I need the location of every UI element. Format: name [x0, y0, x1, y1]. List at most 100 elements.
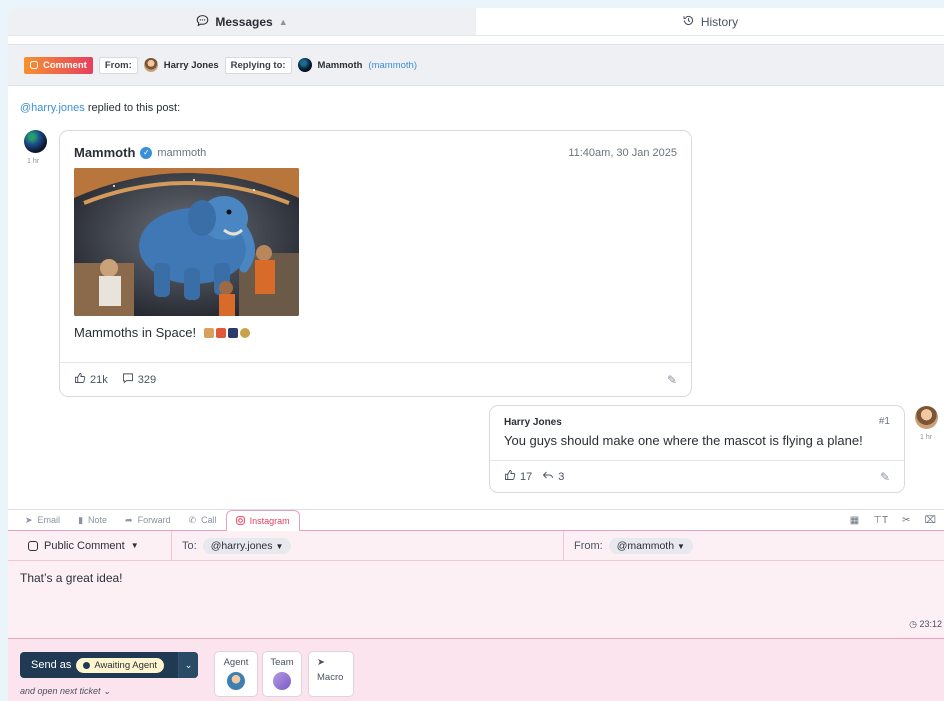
tab-note-label: Note: [88, 515, 108, 525]
pencil-icon[interactable]: ✎: [667, 373, 677, 387]
tab-messages-label: Messages: [215, 14, 273, 29]
timer: ◷ 23:12: [909, 619, 942, 630]
trash-icon[interactable]: ▦: [850, 515, 859, 526]
astronaut-emoji-icon: [203, 328, 214, 338]
channel-badge: Comment: [24, 56, 93, 74]
chat-bubble-icon: [196, 14, 209, 30]
composer-header: Public Comment ▼ To: @harry.jones ▼ From…: [8, 531, 944, 561]
original-post-card: Mammoth ✓ mammoth 11:40am, 30 Jan 2025 M…: [59, 130, 692, 397]
tab-forward[interactable]: ➦ Forward: [116, 510, 180, 530]
post-likes-count: 21k: [90, 373, 108, 386]
status-icon: [83, 661, 91, 669]
tab-email-label: Email: [37, 515, 61, 525]
comment-type-value: Public Comment: [44, 539, 125, 552]
post-comments[interactable]: 329: [122, 372, 156, 387]
replying-label: Replying to:: [224, 56, 292, 74]
composer-actions: Send as Awaiting Agent ⌄ and open next t…: [8, 639, 944, 701]
reply-shares[interactable]: 3: [542, 469, 564, 484]
reply-input[interactable]: That’s a great idea!: [20, 571, 123, 585]
sort-icon[interactable]: ▲︎: [279, 17, 288, 27]
instagram-icon: [28, 540, 38, 551]
tab-messages[interactable]: Messages ▲︎: [8, 8, 476, 35]
macro-label: Macro: [317, 672, 344, 683]
avatar: [143, 58, 158, 72]
post-image[interactable]: [74, 168, 299, 316]
composer-tools: ▦ ⊤T ✂ ⌧: [850, 515, 944, 526]
post-author[interactable]: Mammoth: [74, 145, 135, 160]
verified-icon: ✓: [140, 146, 153, 159]
open-next-ticket-toggle[interactable]: and open next ticket ⌄: [20, 686, 111, 697]
message-time: 1 hr: [27, 158, 40, 165]
avatar: [24, 130, 47, 153]
clock-icon: ◷: [909, 619, 917, 629]
ticket-window: Messages ▲︎ History Comment From: Harry …: [8, 8, 944, 701]
reply-likes[interactable]: 17: [504, 469, 532, 484]
thumbs-up-icon: [74, 372, 86, 387]
send-label: Send as: [31, 659, 72, 671]
tab-email[interactable]: ➤ Email: [16, 510, 69, 530]
channel-badge-label: Comment: [43, 59, 87, 71]
replied-text: replied to this post:: [84, 102, 181, 114]
caret-down-icon: ▼: [130, 541, 139, 550]
tab-call[interactable]: ✆ Call: [180, 510, 226, 530]
post-handle[interactable]: mammoth: [157, 147, 206, 159]
send-main[interactable]: Send as Awaiting Agent: [20, 657, 178, 673]
avatar: [227, 672, 245, 690]
post-footer: 21k 329 ✎: [60, 362, 691, 396]
note-icon: ▮: [78, 514, 84, 525]
thumbs-up-icon: [504, 469, 516, 484]
open-next-label: and open next ticket: [20, 686, 101, 696]
from-label: From:: [98, 56, 138, 74]
tab-instagram[interactable]: Instagram: [225, 510, 300, 531]
reply-text: You guys should make one where the masco…: [504, 433, 863, 448]
post-comments-count: 329: [137, 373, 157, 386]
post-text-content: Mammoths in Space!: [74, 325, 197, 340]
caret-down-icon: ▼: [677, 541, 685, 551]
status-badge: Awaiting Agent: [76, 657, 165, 673]
team-avatar: [273, 672, 291, 690]
tab-instagram-label: Instagram: [249, 516, 290, 526]
composer-channel-tabs: ➤ Email ▮ Note ➦ Forward ✆ Call Instagra…: [8, 509, 944, 531]
agent-label: Agent: [223, 657, 249, 668]
pencil-icon[interactable]: ✎: [880, 470, 890, 484]
from-label: From:: [574, 539, 603, 552]
post-likes[interactable]: 21k: [74, 372, 108, 387]
message-context-bar: Comment From: Harry Jones Replying to: M…: [8, 44, 944, 86]
reply-time: 1 hr: [920, 434, 933, 441]
text-size-icon[interactable]: ⊤T: [873, 515, 888, 526]
assign-team-button[interactable]: Team: [262, 651, 302, 697]
to-recipient-chip[interactable]: @harry.jones ▼: [202, 537, 292, 554]
from-account: @mammoth: [616, 539, 675, 552]
tab-call-label: Call: [201, 515, 217, 525]
to-recipient: @harry.jones: [210, 539, 273, 552]
reply-likes-count: 17: [520, 470, 533, 483]
assign-agent-button[interactable]: Agent: [214, 651, 258, 697]
send-icon: ➤: [25, 514, 33, 525]
composer-body[interactable]: That’s a great idea! ◷ 23:12: [8, 561, 944, 639]
post-text: Mammoths in Space!: [74, 325, 250, 340]
macro-button[interactable]: ➤ Macro: [308, 651, 354, 697]
timer-value: 23:12: [919, 619, 942, 629]
share-icon: [542, 469, 554, 484]
rocket-icon: ➤: [317, 657, 325, 668]
send-button[interactable]: Send as Awaiting Agent ⌄: [20, 652, 198, 678]
from-account-chip[interactable]: @mammoth ▼: [608, 537, 693, 554]
tab-note[interactable]: ▮ Note: [69, 510, 116, 530]
from-name[interactable]: Harry Jones: [164, 60, 219, 71]
caret-down-icon: ▼: [275, 541, 284, 551]
send-options-button[interactable]: ⌄: [178, 652, 198, 678]
reply-author[interactable]: Harry Jones: [504, 417, 562, 428]
mention-link[interactable]: @harry.jones: [20, 102, 85, 114]
tab-history[interactable]: History: [476, 8, 944, 35]
forward-icon: ➦: [125, 514, 133, 525]
chevron-down-icon: ⌄: [184, 659, 193, 670]
replying-handle[interactable]: (mammoth): [368, 60, 417, 71]
comment-type-select[interactable]: Public Comment ▼: [8, 531, 172, 560]
tab-forward-label: Forward: [137, 515, 171, 525]
scissors-icon[interactable]: ✂: [902, 515, 910, 526]
to-field: To: @harry.jones ▼: [172, 531, 564, 560]
replying-name[interactable]: Mammoth: [318, 60, 363, 71]
status-label: Awaiting Agent: [94, 659, 158, 671]
attachment-icon[interactable]: ⌧: [924, 515, 936, 526]
instagram-icon: [235, 515, 245, 527]
